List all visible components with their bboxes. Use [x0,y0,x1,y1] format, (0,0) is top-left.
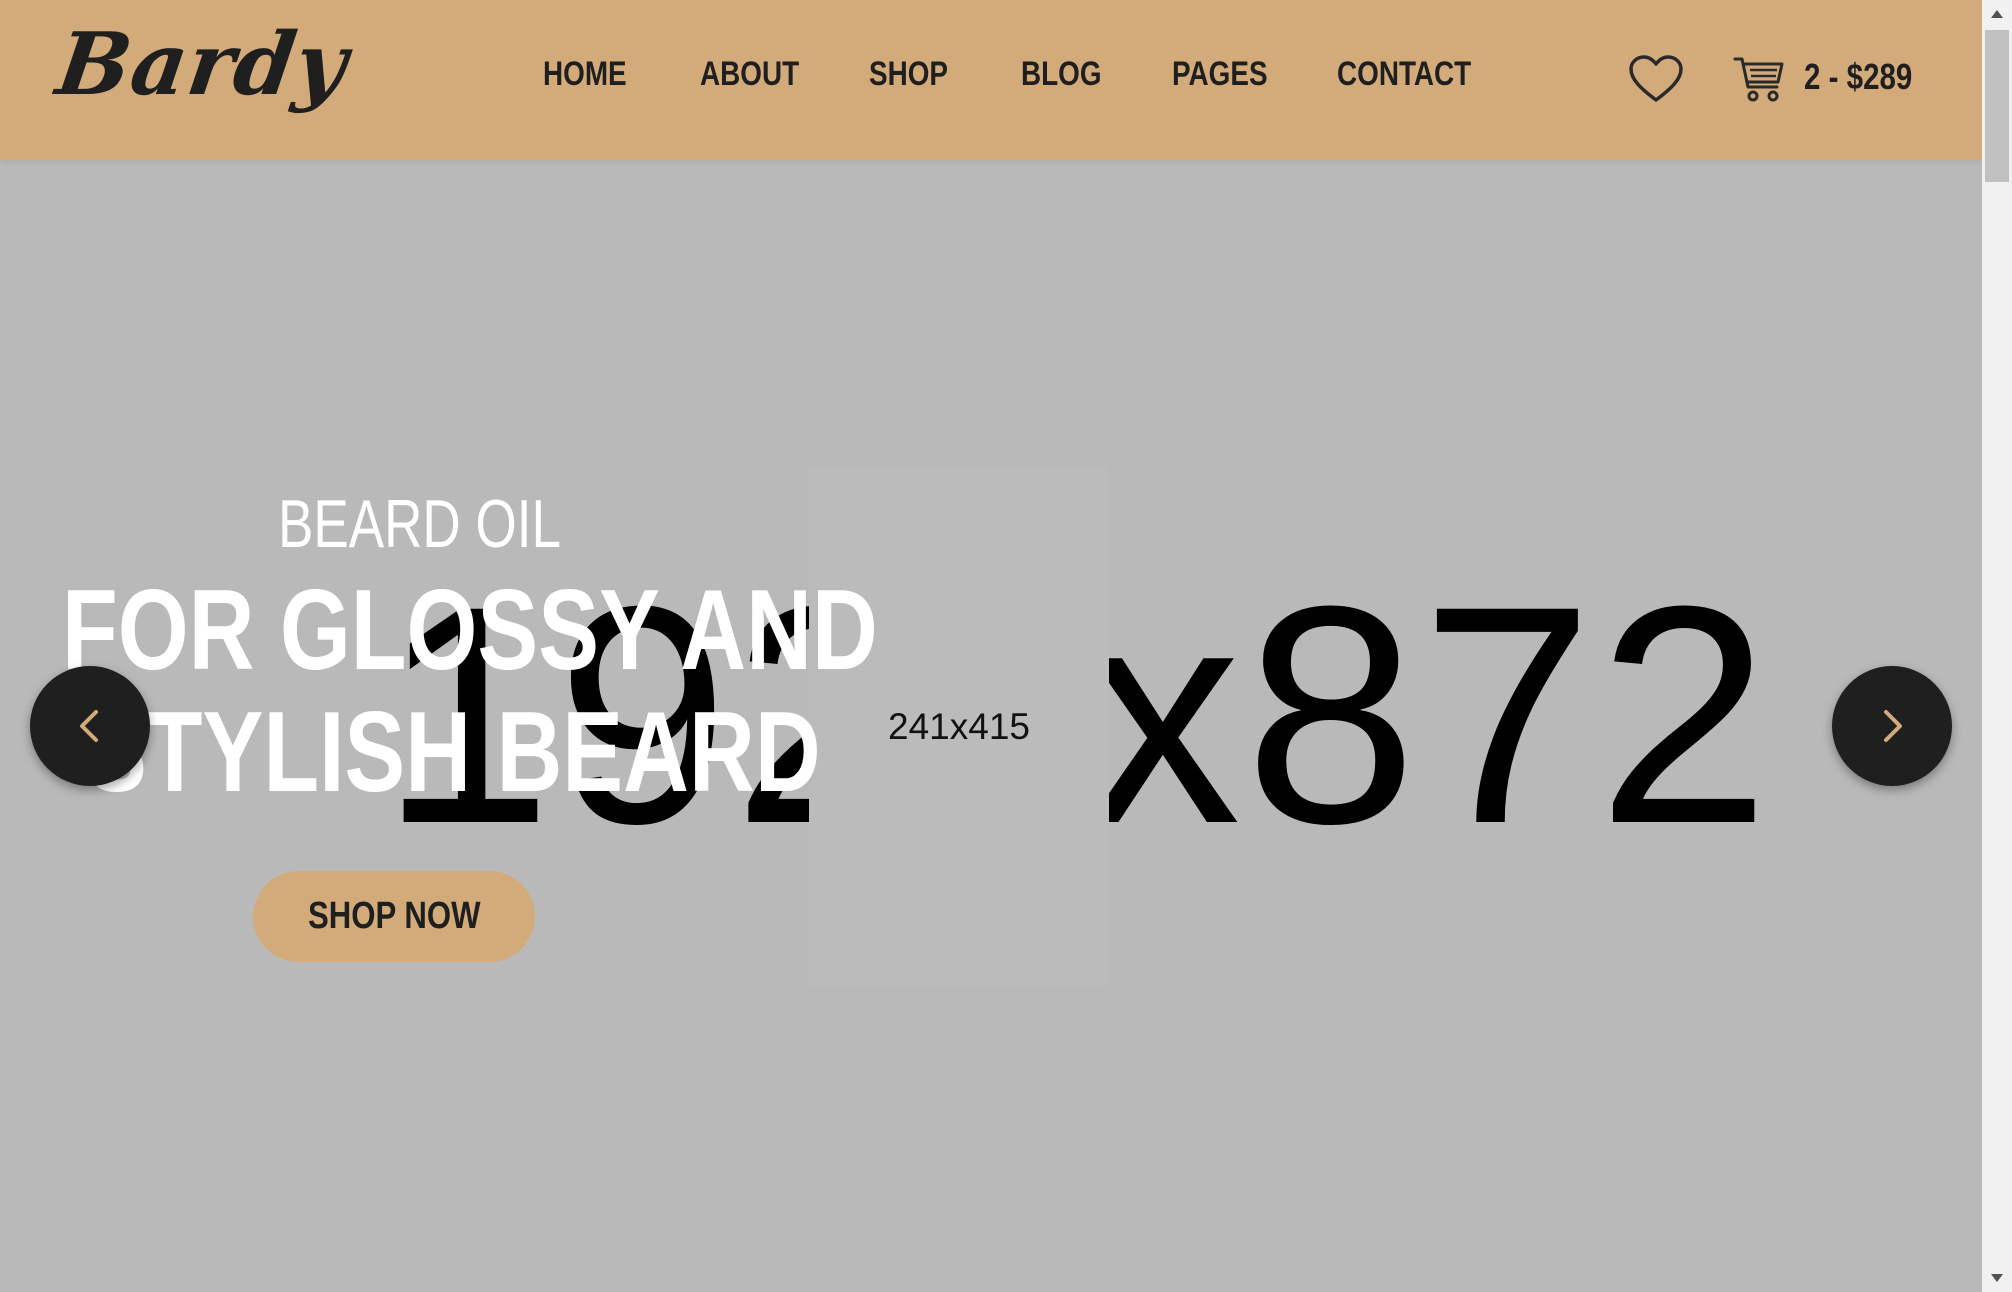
chevron-right-icon [1884,710,1902,742]
triangle-up-icon [1991,10,2003,18]
cart-button[interactable] [1733,54,1785,104]
nav-item-about[interactable]: ABOUT [700,55,799,94]
triangle-down-icon [1991,1274,2003,1282]
scrollbar-thumb[interactable] [1985,30,2009,182]
nav-item-home[interactable]: HOME [543,55,627,94]
nav-item-blog[interactable]: BLOG [1021,55,1102,94]
scroll-down-arrow[interactable] [1982,1264,2012,1292]
viewport: Bardy HOME ABOUT SHOP BLOG PAGES CONTACT [0,0,1982,1292]
hero-slider: 1920x872 241x415 BEARD OIL FOR GLOSSY AN… [0,160,1982,1292]
wishlist-button[interactable] [1628,54,1684,104]
cart-icon [1733,57,1784,102]
hero-subtitle: BEARD OIL [278,486,561,562]
heart-icon [1629,55,1683,102]
site-logo[interactable]: Bardy [51,14,354,115]
nav-item-shop[interactable]: SHOP [869,55,948,94]
shop-now-button[interactable]: SHOP NOW [253,871,535,962]
site-header: Bardy HOME ABOUT SHOP BLOG PAGES CONTACT [0,0,1982,160]
page: Bardy HOME ABOUT SHOP BLOG PAGES CONTACT [0,0,2012,1292]
product-image-placeholder-label: 241x415 [888,706,1030,747]
hero-title: FOR GLOSSY AND STYLISH BEARD [62,570,878,814]
slider-next-button[interactable] [1832,666,1952,786]
vertical-scrollbar[interactable] [1982,0,2012,1292]
shop-now-label: SHOP NOW [307,895,481,937]
hero-title-line-2: STYLISH BEARD [86,689,821,816]
cart-summary[interactable]: 2 - $289 [1804,56,1912,98]
nav-item-contact[interactable]: CONTACT [1337,55,1471,94]
chevron-left-icon [80,710,98,742]
slider-prev-button[interactable] [30,666,150,786]
scroll-up-arrow[interactable] [1982,0,2012,28]
hero-title-line-1: FOR GLOSSY AND [62,567,878,694]
nav-item-pages[interactable]: PAGES [1172,55,1268,94]
